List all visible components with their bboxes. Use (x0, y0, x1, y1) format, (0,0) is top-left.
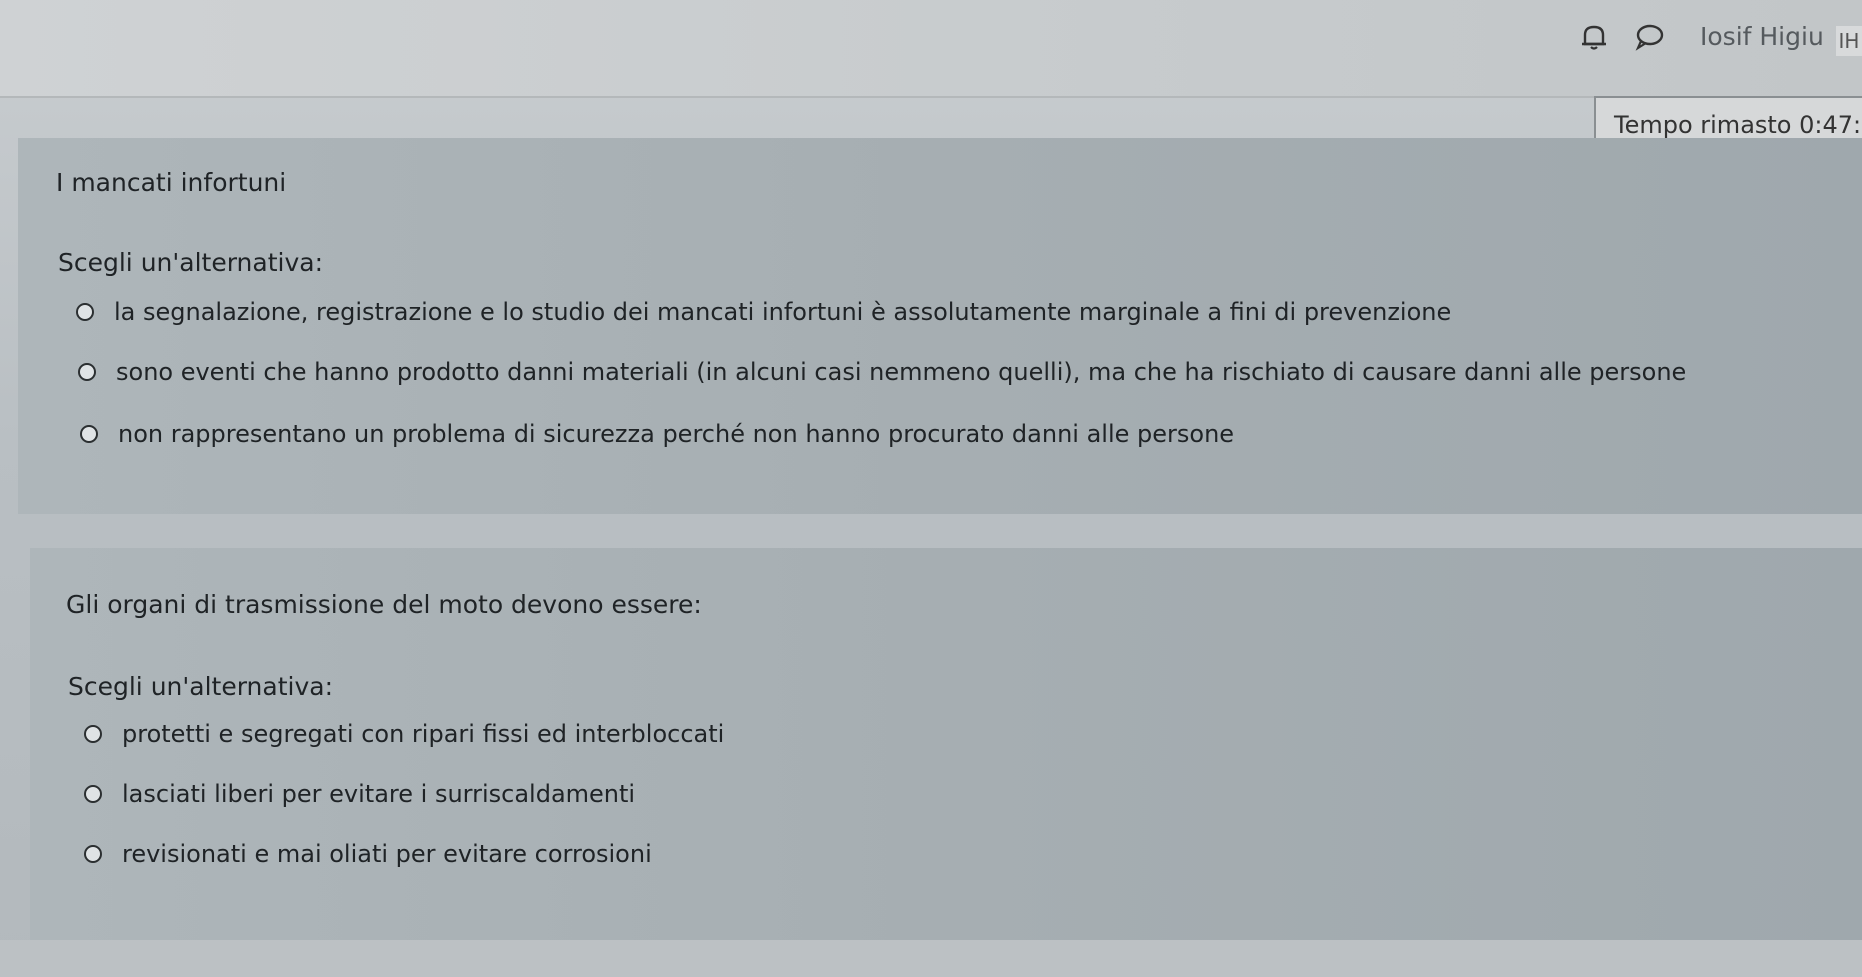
radio-button[interactable] (84, 845, 102, 863)
question-card-1: I mancati infortuni Scegli un'alternativ… (18, 138, 1862, 514)
answer-option-2b[interactable]: lasciati liberi per evitare i surriscald… (84, 780, 635, 808)
user-avatar[interactable]: IH (1836, 26, 1862, 56)
answer-label: protetti e segregati con ripari fissi ed… (122, 720, 725, 748)
answer-label: non rappresentano un problema di sicurez… (118, 420, 1235, 448)
chat-bubble-icon[interactable] (1634, 23, 1664, 51)
user-name[interactable]: Iosif Higiu (1700, 22, 1824, 51)
answer-label: lasciati liberi per evitare i surriscald… (122, 780, 636, 808)
bottom-strip (0, 940, 1862, 977)
question-prompt: Scegli un'alternativa: (68, 672, 334, 701)
answer-option-1c[interactable]: non rappresentano un problema di sicurez… (80, 420, 1234, 448)
radio-button[interactable] (84, 725, 102, 743)
answer-option-1b[interactable]: sono eventi che hanno prodotto danni mat… (78, 358, 1686, 386)
answer-label: revisionati e mai oliati per evitare cor… (122, 840, 652, 868)
top-bar: Iosif Higiu IH (0, 0, 1862, 98)
answer-option-2a[interactable]: protetti e segregati con ripari fissi ed… (84, 720, 724, 748)
radio-button[interactable] (76, 303, 94, 321)
radio-button[interactable] (78, 363, 96, 381)
answer-option-1a[interactable]: la segnalazione, registrazione e lo stud… (76, 298, 1451, 326)
top-icons (1580, 22, 1664, 52)
question-card-2: Gli organi di trasmissione del moto devo… (30, 548, 1862, 940)
answer-label: sono eventi che hanno prodotto danni mat… (116, 358, 1687, 386)
radio-button[interactable] (80, 425, 98, 443)
radio-button[interactable] (84, 785, 102, 803)
bell-icon[interactable] (1580, 22, 1608, 52)
question-text: Gli organi di trasmissione del moto devo… (66, 590, 702, 619)
question-prompt: Scegli un'alternativa: (58, 248, 324, 277)
answer-option-2c[interactable]: revisionati e mai oliati per evitare cor… (84, 840, 652, 868)
answer-label: la segnalazione, registrazione e lo stud… (114, 298, 1452, 326)
question-text: I mancati infortuni (56, 168, 287, 197)
